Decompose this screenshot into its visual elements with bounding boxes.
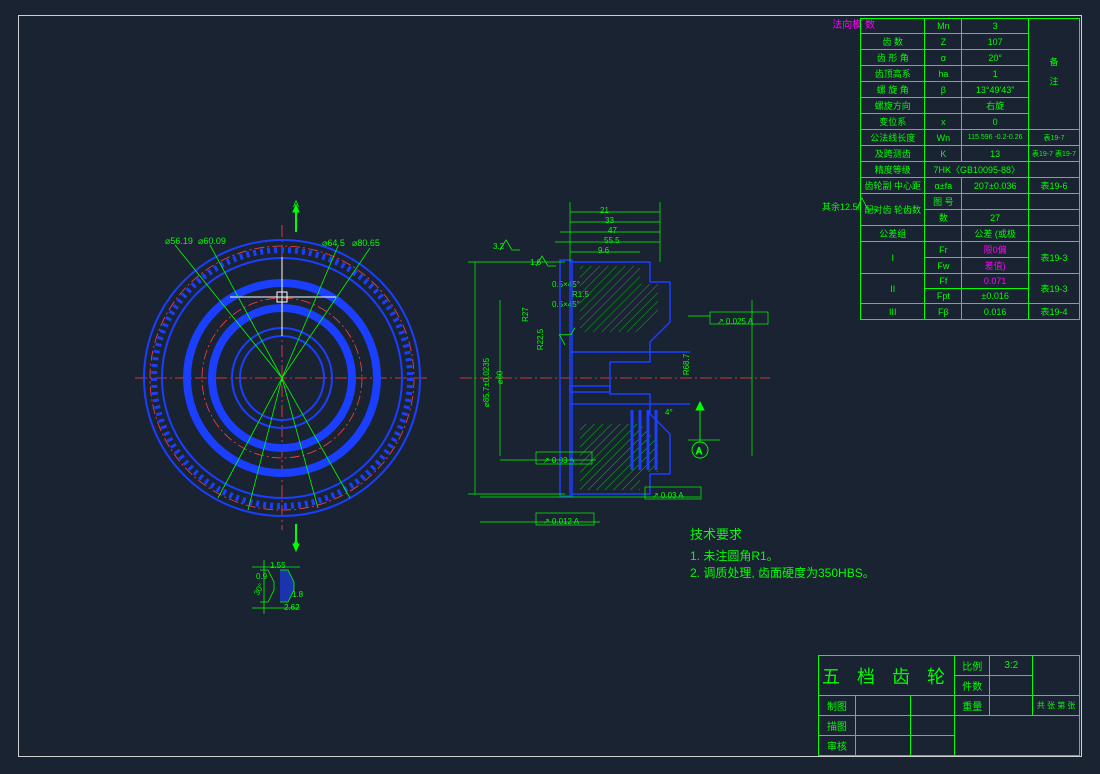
dim-a4: 4° bbox=[665, 408, 673, 417]
spl-w2: 2.62 bbox=[284, 603, 300, 612]
front-dia-2: ⌀60.09 bbox=[198, 236, 226, 247]
front-dia-3: ⌀64.5 bbox=[322, 238, 345, 249]
technical-requirements: 技术要求 1. 未注圆角R1。 2. 调质处理, 齿面硬度为350HBS。 bbox=[690, 524, 875, 581]
gtol-2: ↗ 0.025 A bbox=[717, 317, 753, 326]
dim-surf-32: 3.2 bbox=[493, 242, 504, 251]
dim-w4: 55.5 bbox=[604, 236, 620, 245]
dim-w2: 33 bbox=[605, 216, 614, 225]
dim-c1: 0.5×45° bbox=[552, 280, 580, 289]
spl-w1: 1.55 bbox=[270, 561, 286, 570]
section-mark-bottom: A bbox=[293, 538, 299, 548]
gtol-3: ↗ 0.03 A bbox=[652, 491, 684, 500]
dim-mid-dia: ⌀60 bbox=[495, 371, 504, 385]
dim-r687: R68.7 bbox=[682, 354, 691, 375]
dim-surf-16: 1.6 bbox=[530, 258, 541, 267]
gtol-1: ↗ 0.03 A bbox=[543, 456, 575, 465]
dim-w5: 9.6 bbox=[598, 246, 609, 255]
front-dia-4: ⌀80.65 bbox=[352, 238, 380, 249]
dim-c2: 0.5×45° bbox=[552, 300, 580, 309]
dim-r15: R1.5 bbox=[572, 290, 589, 299]
gtol-4: ↗ 0.012 A bbox=[543, 517, 579, 526]
section-mark-top: A bbox=[293, 199, 299, 209]
title-block: 五 档 齿 轮 比例 3:2 件数 制图 重量 共 张 第 张 描图 审核 bbox=[818, 655, 1080, 756]
dim-r27: R27 bbox=[521, 307, 530, 322]
parameter-table: Mn 3 备 注 齿 数Z107 齿 形 角α20° 齿顶高系ha1 螺 旋 角… bbox=[860, 18, 1080, 320]
front-dia-1: ⌀56.19 bbox=[165, 236, 193, 247]
dim-w3: 47 bbox=[608, 226, 617, 235]
dim-outer-dia: ⌀85.7±0.0235 bbox=[482, 358, 491, 407]
spl-h1: 0.9 bbox=[256, 572, 267, 581]
spl-h2: 1.8 bbox=[292, 590, 303, 599]
default-roughness: 其余12.5/ bbox=[822, 200, 860, 213]
dim-r225: R22.5 bbox=[536, 329, 545, 350]
dim-w1: 21 bbox=[600, 206, 609, 215]
